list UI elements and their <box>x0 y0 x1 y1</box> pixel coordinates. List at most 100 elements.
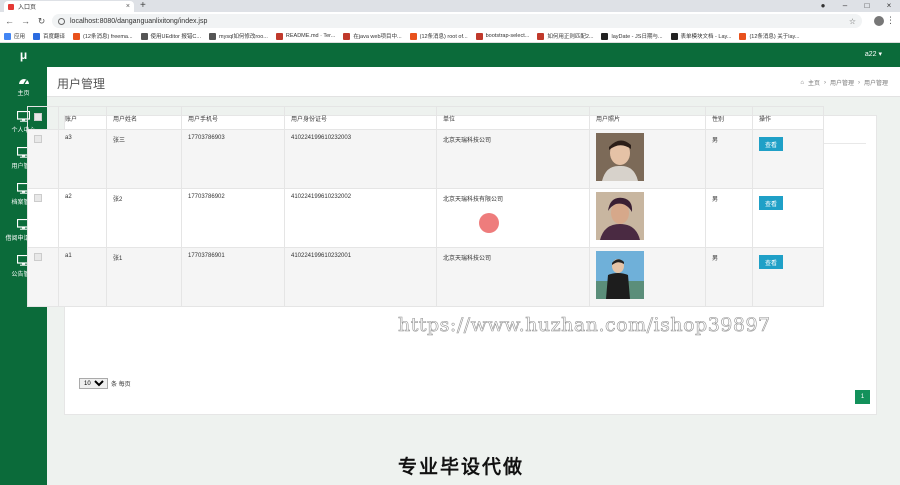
bookmark-item[interactable]: 百度翻译 <box>33 32 65 40</box>
action-cell: 查看 <box>752 129 824 189</box>
bookmark-label: bootstrap-select... <box>485 33 530 39</box>
user-photo <box>596 133 699 181</box>
bookmark-item[interactable]: 在java web项目中... <box>343 32 402 40</box>
unit-cell: 北京天瑞科技有限公司 <box>436 188 590 248</box>
per-page-label: 条 每页 <box>111 382 131 388</box>
bookmark-favicon-icon <box>343 32 351 40</box>
pagination-page-1[interactable]: 1 <box>855 390 870 404</box>
tab-title: 入口页 <box>18 5 37 11</box>
phone-cell: 17703786901 <box>181 247 285 307</box>
bookmark-item[interactable]: README.md · Ter... <box>275 32 335 40</box>
column-header: 性别 <box>705 106 753 130</box>
back-icon[interactable]: ← <box>3 16 16 26</box>
unit-cell: 北京天瑞科技公司 <box>436 129 590 189</box>
bookmark-label: 表单模块文档 - Lay... <box>680 34 732 40</box>
column-header: 账户 <box>58 106 107 130</box>
bookmark-item[interactable]: 表单模块文档 - Lay... <box>670 32 732 40</box>
bookmark-label: (12条消息) 关于lay... <box>749 34 800 40</box>
dashboard-icon <box>0 75 47 85</box>
browser-tab[interactable]: 入口页 × <box>4 1 134 12</box>
breadcrumb-home[interactable]: 主页 <box>808 78 820 87</box>
bookmark-favicon-icon <box>33 32 41 40</box>
user-photo <box>596 192 699 240</box>
table-header-row: 账户 用户姓名 用户手机号 用户身份证号 单位 用户照片 性别 操作 <box>27 106 824 130</box>
forward-icon[interactable]: → <box>19 16 32 26</box>
column-header: 用户身份证号 <box>284 106 437 130</box>
app-top-navbar: μ a22 ▾ <box>0 43 900 67</box>
profile-avatar-icon[interactable] <box>874 16 884 26</box>
mouse-cursor-highlight <box>479 213 499 233</box>
browser-tab-bar: 入口页 × + ● – □ × <box>0 0 900 12</box>
unit-cell: 北京天瑞科技公司 <box>436 247 590 307</box>
page-size-control: 10 条 每页 <box>79 378 131 389</box>
url-field[interactable]: localhost:8080/danganguanlixitong/index.… <box>52 14 862 28</box>
bookmark-item[interactable]: (12条消息) 关于lay... <box>739 32 800 40</box>
window-menu-icon[interactable]: ● <box>812 0 834 12</box>
app-logo[interactable]: μ <box>0 43 47 67</box>
page-title: 用户管理 <box>57 77 106 91</box>
bookmark-label: mysql如何修改roo... <box>218 34 268 40</box>
address-bar: ← → ↻ localhost:8080/danganguanlixitong/… <box>0 12 900 30</box>
select-all-checkbox[interactable] <box>34 113 42 121</box>
sidebar-item-label: 主页 <box>17 91 30 97</box>
sidebar-item[interactable]: 主页 <box>0 75 47 97</box>
tab-close-icon[interactable]: × <box>126 3 130 10</box>
column-header: 用户照片 <box>589 106 706 130</box>
photo-cell <box>589 247 706 307</box>
view-button[interactable]: 查看 <box>759 255 783 269</box>
breadcrumb-section[interactable]: 用户管理 <box>830 78 854 87</box>
bookmark-favicon-icon <box>409 32 417 40</box>
bookmark-label: 使用UEditor 报错C... <box>150 34 201 40</box>
user-menu[interactable]: a22 ▾ <box>865 43 882 67</box>
column-header: 用户姓名 <box>106 106 182 130</box>
bookmark-item[interactable]: mysql如何修改roo... <box>208 32 268 40</box>
bookmark-item[interactable]: 如何用正则匹配2... <box>537 32 593 40</box>
name-cell: 张2 <box>106 188 182 248</box>
minimize-icon[interactable]: – <box>834 0 856 12</box>
phone-cell: 17703786903 <box>181 129 285 189</box>
bookmark-label: 如何用正则匹配2... <box>547 34 594 40</box>
column-header: 用户手机号 <box>181 106 285 130</box>
bookmark-item[interactable]: 使用UEditor 报错C... <box>140 32 201 40</box>
bookmark-item[interactable]: (12条消息) root of... <box>409 32 468 40</box>
bookmark-label: layDate - JS日期与... <box>611 34 663 40</box>
idcard-cell: 410224199610232002 <box>284 188 437 248</box>
promo-banner: 专业毕设代做 <box>398 457 525 478</box>
view-button[interactable]: 查看 <box>759 137 783 151</box>
home-icon: ⌂ <box>800 79 804 86</box>
bookmark-item[interactable]: bootstrap-select... <box>475 32 530 40</box>
watermark-url: https://www.huzhan.com/ishop39897 <box>398 314 771 337</box>
breadcrumb-separator: › <box>857 79 860 86</box>
account-cell: a2 <box>58 188 107 248</box>
bookmark-favicon-icon <box>140 32 148 40</box>
new-tab-icon[interactable]: + <box>140 0 146 12</box>
table-row[interactable]: a1 张1 17703786901 410224199610232001 北京天瑞科技公… <box>27 247 824 307</box>
page-size-select[interactable]: 10 <box>79 378 108 389</box>
bookmark-label: 百度翻译 <box>43 34 66 40</box>
table-row[interactable]: a2 张2 17703786902 410224199610232002 北京天瑞科技有… <box>27 188 824 248</box>
action-cell: 查看 <box>752 188 824 248</box>
row-checkbox[interactable] <box>34 253 42 261</box>
row-checkbox[interactable] <box>34 135 42 143</box>
maximize-icon[interactable]: □ <box>856 0 878 12</box>
tab-favicon-icon <box>8 3 14 10</box>
page-header: 用户管理 ⌂ 主页 › 用户管理 › 用户管理 <box>47 67 900 97</box>
table-row[interactable]: a3 张三 17703786903 410224199610232003 北京天瑞科技公… <box>27 129 824 189</box>
bookmark-item[interactable]: layDate - JS日期与... <box>601 32 663 40</box>
photo-cell <box>589 129 706 189</box>
bookmark-star-icon[interactable]: ☆ <box>849 17 856 26</box>
site-info-icon[interactable] <box>58 17 65 25</box>
view-button[interactable]: 查看 <box>759 196 783 210</box>
photo-cell <box>589 188 706 248</box>
row-checkbox[interactable] <box>34 194 42 202</box>
row-select-cell <box>27 188 59 248</box>
bookmark-item[interactable]: 应用 <box>4 32 25 40</box>
reload-icon[interactable]: ↻ <box>35 16 48 27</box>
close-icon[interactable]: × <box>878 0 900 12</box>
gender-cell: 男 <box>705 247 753 307</box>
bookmark-favicon-icon <box>537 32 545 40</box>
row-select-cell <box>27 129 59 189</box>
idcard-cell: 410224199610232001 <box>284 247 437 307</box>
bookmark-item[interactable]: (12条消息) freema... <box>73 32 133 40</box>
browser-menu-icon[interactable]: ⋮ <box>886 15 895 26</box>
